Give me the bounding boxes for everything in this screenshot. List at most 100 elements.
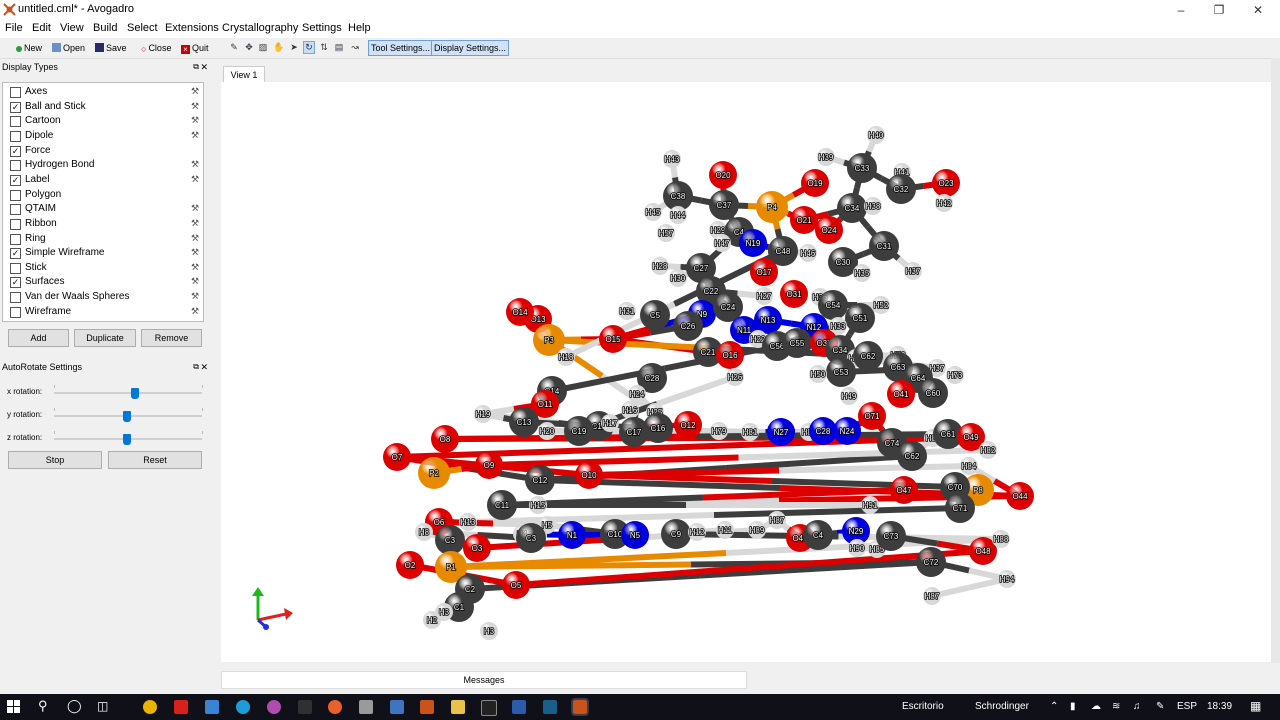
- bond[interactable]: [656, 374, 736, 407]
- bond[interactable]: [548, 337, 709, 351]
- cloud-icon[interactable]: ☁: [1091, 701, 1101, 712]
- bond-centric-tool-icon[interactable]: ▨: [258, 42, 268, 53]
- save-button[interactable]: Save: [95, 41, 127, 55]
- wrench-icon[interactable]: ⚒: [191, 203, 199, 214]
- app-window-icon[interactable]: [390, 700, 404, 714]
- menu-view[interactable]: View: [60, 22, 84, 34]
- display-type-checkbox[interactable]: [10, 292, 21, 304]
- wifi-icon[interactable]: ≋: [1112, 701, 1120, 712]
- bond[interactable]: [476, 536, 618, 551]
- close-button[interactable]: ○ Close: [141, 41, 171, 55]
- battery-icon[interactable]: ▮: [1070, 701, 1076, 712]
- pen-icon[interactable]: ✎: [1156, 701, 1164, 712]
- clock[interactable]: 18:39: [1207, 701, 1232, 712]
- manipulate-tool-icon[interactable]: ✋: [273, 42, 284, 53]
- schrodinger-toolbar[interactable]: Schrodinger: [975, 701, 1029, 712]
- display-type-row[interactable]: ✓ Surfaces ⚒: [3, 275, 203, 289]
- display-type-checkbox[interactable]: ✓: [10, 145, 21, 157]
- bond[interactable]: [738, 447, 989, 461]
- display-type-checkbox[interactable]: [10, 87, 21, 98]
- auto-optimize-tool-icon[interactable]: ⇅: [319, 42, 329, 53]
- open-button[interactable]: Open: [52, 41, 85, 55]
- display-type-checkbox[interactable]: [10, 160, 21, 172]
- menu-help[interactable]: Help: [348, 22, 371, 34]
- menu-file[interactable]: File: [5, 22, 23, 34]
- display-type-row[interactable]: Stick ⚒: [3, 261, 203, 275]
- wrench-icon[interactable]: ⚒: [191, 306, 199, 317]
- display-type-checkbox[interactable]: [10, 306, 21, 318]
- menu-build[interactable]: Build: [93, 22, 117, 34]
- display-type-row[interactable]: Dipole ⚒: [3, 129, 203, 143]
- maximize-button[interactable]: ❐: [1204, 2, 1234, 18]
- navigate-tool-icon[interactable]: ✥: [244, 42, 254, 53]
- task-view-icon[interactable]: ◫: [97, 699, 108, 713]
- align-tool-icon[interactable]: ↝: [350, 42, 360, 53]
- display-type-checkbox[interactable]: [10, 189, 21, 201]
- messages-dock-tab[interactable]: Messages: [221, 671, 747, 689]
- display-type-checkbox[interactable]: ✓: [10, 248, 21, 260]
- bond[interactable]: [450, 561, 692, 570]
- x-rotation-slider[interactable]: [54, 385, 203, 399]
- menu-select[interactable]: Select: [127, 22, 158, 34]
- display-type-row[interactable]: Axes ⚒: [3, 85, 203, 99]
- bond[interactable]: [488, 454, 739, 468]
- duplicate-display-button[interactable]: Duplicate: [74, 329, 136, 347]
- display-type-row[interactable]: ✓ Label ⚒: [3, 173, 203, 187]
- draw-tool-icon[interactable]: ✎: [229, 42, 239, 53]
- y-rotation-slider[interactable]: [54, 408, 203, 422]
- wrench-icon[interactable]: ⚒: [191, 86, 199, 97]
- display-type-row[interactable]: Wireframe ⚒: [3, 305, 203, 319]
- windows-start-icon[interactable]: [7, 700, 21, 714]
- wrench-icon[interactable]: ⚒: [191, 262, 199, 273]
- display-type-checkbox[interactable]: [10, 130, 21, 142]
- menu-crystallography[interactable]: Crystallography: [222, 22, 298, 34]
- display-type-row[interactable]: Cartoon ⚒: [3, 114, 203, 128]
- wrench-icon[interactable]: ⚒: [191, 247, 199, 258]
- wrench-icon[interactable]: ⚒: [191, 115, 199, 126]
- display-type-checkbox[interactable]: ✓: [10, 101, 21, 113]
- menu-settings[interactable]: Settings: [302, 22, 342, 34]
- app-icon[interactable]: [359, 700, 373, 714]
- display-type-checkbox[interactable]: [10, 204, 21, 216]
- wrench-icon[interactable]: ⚒: [191, 159, 199, 170]
- y-rotation-handle[interactable]: [122, 411, 131, 422]
- minimize-button[interactable]: –: [1166, 2, 1196, 18]
- z-rotation-slider[interactable]: [54, 431, 203, 445]
- display-type-row[interactable]: ✓ Simple Wireframe ⚒: [3, 246, 203, 260]
- new-button[interactable]: New: [16, 41, 42, 55]
- display-type-checkbox[interactable]: [10, 233, 21, 245]
- close-dock-icon[interactable]: ✕: [200, 60, 208, 74]
- display-type-row[interactable]: ✓ Force: [3, 144, 203, 158]
- display-type-row[interactable]: Van der Waals Spheres ⚒: [3, 290, 203, 304]
- float-icon[interactable]: ⧉: [193, 360, 199, 374]
- wrench-icon[interactable]: ⚒: [191, 174, 199, 185]
- chevron-up-icon[interactable]: ⌃: [1050, 701, 1058, 712]
- close-dock-icon[interactable]: ✕: [200, 360, 208, 374]
- molecule-viewport[interactable]: H43 O20 H39 H40 C38 C37 P4 O19 C33 H41 C32 O23 H42 H4…: [221, 82, 1271, 662]
- display-type-checkbox[interactable]: ✓: [10, 277, 21, 289]
- display-type-row[interactable]: Ribbon ⚒: [3, 217, 203, 231]
- cortana-icon[interactable]: ◯: [67, 698, 82, 714]
- display-type-row[interactable]: ✓ Ball and Stick ⚒: [3, 100, 203, 114]
- remove-display-button[interactable]: Remove: [141, 329, 202, 347]
- escritorio-toolbar[interactable]: Escritorio: [902, 701, 944, 712]
- x-rotation-handle[interactable]: [131, 388, 140, 399]
- display-type-checkbox[interactable]: ✓: [10, 174, 21, 186]
- molecule-canvas[interactable]: H43O20H39H40C38C37 P4O19C33 H41C32O23H42H4…: [221, 82, 1271, 662]
- word-icon[interactable]: [512, 700, 526, 714]
- autorotate-tool-icon[interactable]: ↻: [303, 41, 315, 54]
- volume-icon[interactable]: ♫: [1133, 701, 1141, 712]
- display-settings-button[interactable]: Display Settings...: [431, 40, 510, 56]
- bond[interactable]: [713, 505, 961, 518]
- float-icon[interactable]: ⧉: [193, 60, 199, 74]
- file-explorer-icon[interactable]: [451, 700, 465, 714]
- display-type-row[interactable]: Polygon: [3, 188, 203, 202]
- remote-desktop-icon[interactable]: [205, 700, 219, 714]
- tab-view-1[interactable]: View 1: [223, 66, 265, 83]
- wrench-icon[interactable]: ⚒: [191, 233, 199, 244]
- avogadro-taskbar-icon[interactable]: [420, 700, 434, 714]
- maple-icon[interactable]: [267, 700, 281, 714]
- display-type-checkbox[interactable]: [10, 262, 21, 274]
- quit-button[interactable]: × Quit: [181, 41, 209, 55]
- display-type-row[interactable]: Hydrogen Bond ⚒: [3, 158, 203, 172]
